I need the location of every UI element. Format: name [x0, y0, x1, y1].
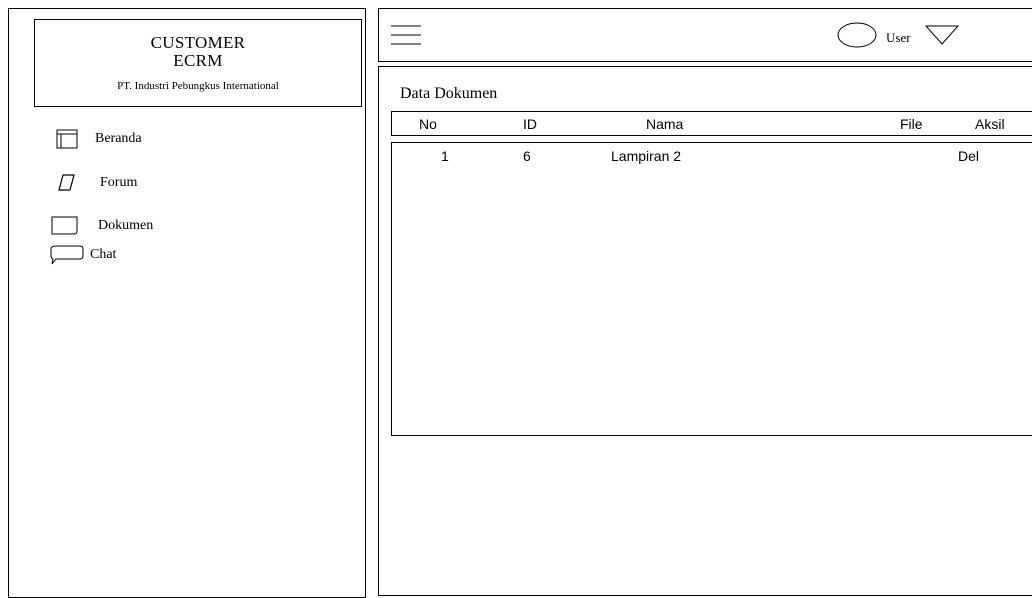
column-header-aksi: Aksil: [975, 116, 1005, 132]
sidebar: CUSTOMER ECRM PT. Industri Pebungkus Int…: [8, 8, 366, 598]
sidebar-item-label: Forum: [100, 175, 138, 190]
column-header-id: ID: [523, 116, 537, 132]
brand-title-line1: CUSTOMER: [150, 33, 246, 52]
brand-title-line2: ECRM: [173, 51, 223, 70]
column-header-nama: Nama: [646, 116, 684, 132]
sidebar-item-chat[interactable]: Chat: [50, 244, 116, 266]
table-row: 1 6 Lampiran 2 Del: [392, 148, 1032, 168]
page-title: Data Dokumen: [400, 85, 498, 102]
table-body: 1 6 Lampiran 2 Del: [391, 142, 1032, 436]
sidebar-item-label: Beranda: [95, 131, 142, 146]
document-icon: [51, 216, 79, 236]
sidebar-item-label: Dokumen: [98, 218, 154, 233]
sidebar-item-dokumen[interactable]: Dokumen: [51, 216, 153, 236]
main-content: Data Dokumen No ID Nama File Aksil 1 6 L…: [378, 66, 1032, 596]
brand-box: CUSTOMER ECRM PT. Industri Pebungkus Int…: [34, 19, 362, 107]
cell-no: 1: [441, 148, 449, 164]
forum-parallelogram-icon: [58, 174, 76, 192]
column-header-no: No: [419, 116, 437, 132]
top-bar: User: [378, 8, 1032, 62]
hamburger-menu-icon[interactable]: [391, 24, 421, 51]
sidebar-item-forum[interactable]: Forum: [58, 174, 137, 192]
user-menu[interactable]: User: [837, 22, 959, 53]
cell-id: 6: [523, 148, 531, 164]
brand-title: CUSTOMER ECRM: [35, 34, 361, 70]
table-header: No ID Nama File Aksil: [391, 111, 1032, 136]
home-window-icon: [56, 129, 78, 149]
delete-link[interactable]: Del: [958, 148, 979, 164]
user-label: User: [886, 29, 911, 45]
brand-subtitle: PT. Industri Pebungkus International: [117, 80, 279, 92]
column-header-file: File: [900, 116, 923, 132]
triangle-down-icon[interactable]: [924, 24, 959, 51]
chat-bubble-icon: [50, 244, 84, 266]
sidebar-item-label: Chat: [90, 247, 117, 262]
sidebar-item-beranda[interactable]: Beranda: [56, 129, 142, 149]
cell-nama: Lampiran 2: [611, 148, 682, 164]
user-avatar-icon: [837, 22, 877, 53]
